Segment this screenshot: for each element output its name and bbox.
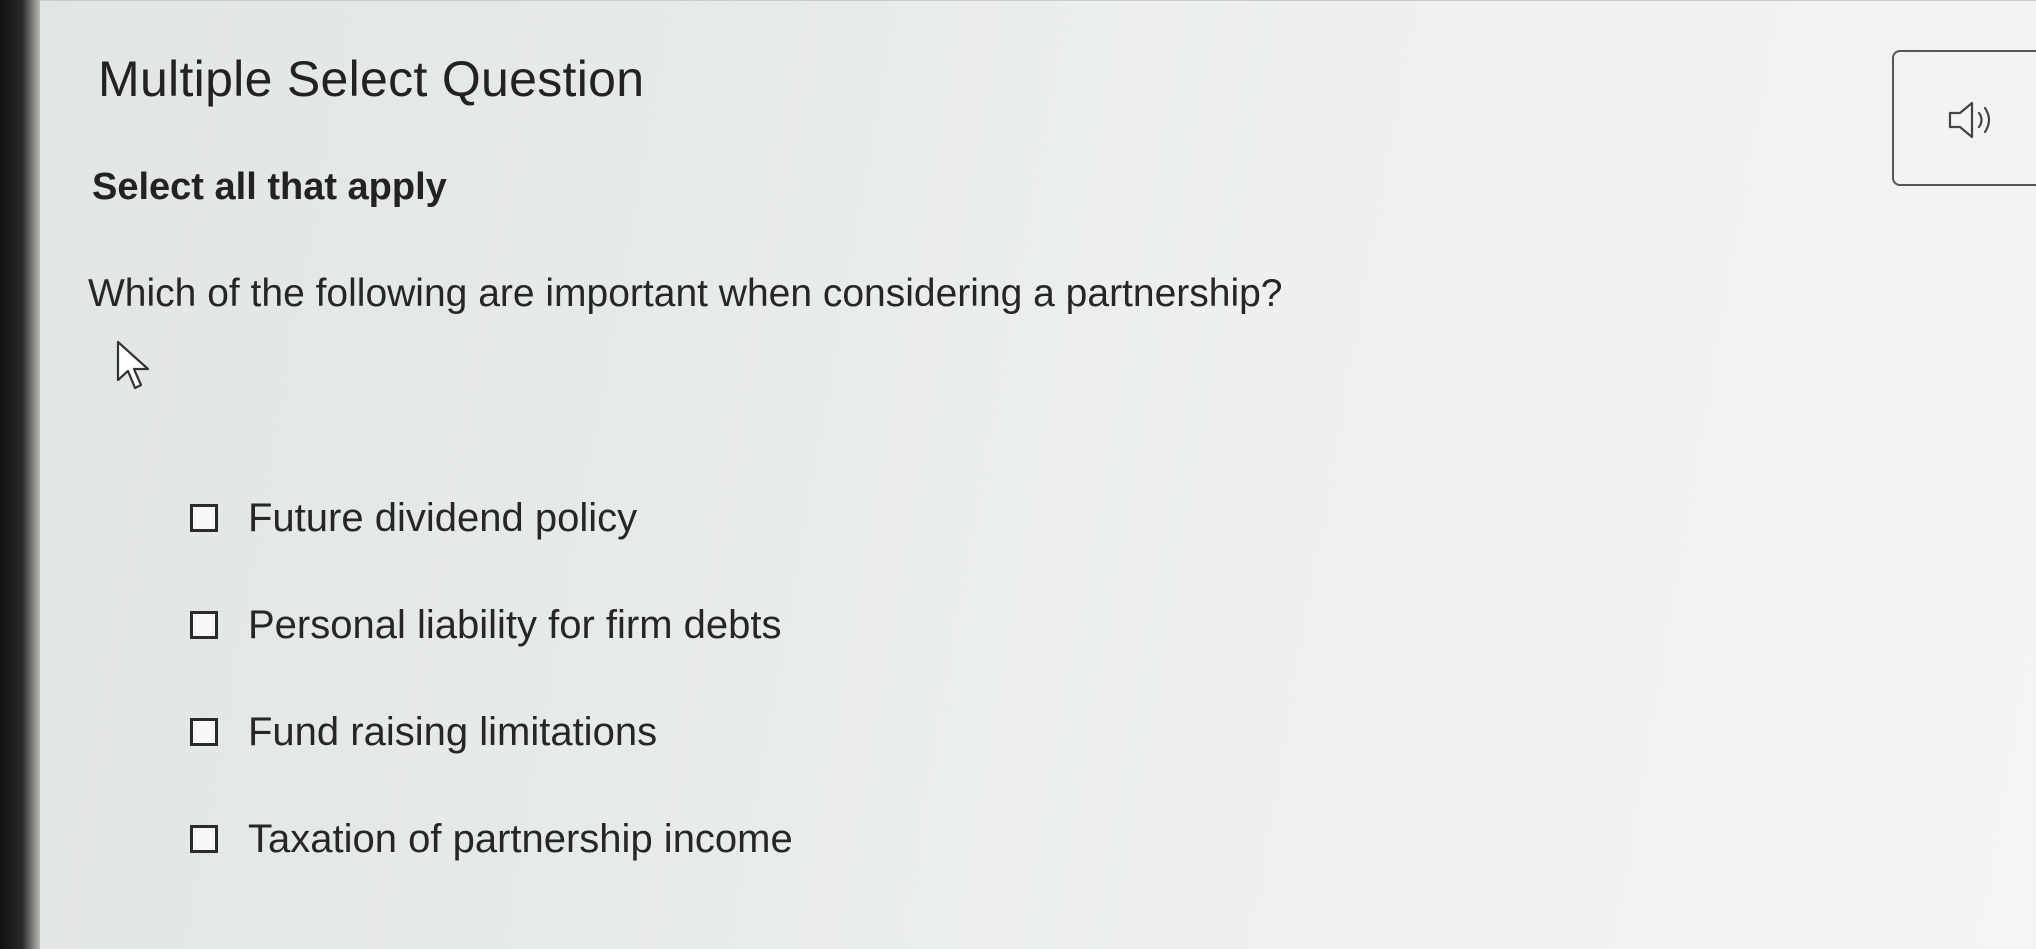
- instruction-text: Select all that apply: [92, 166, 447, 208]
- question-text: Which of the following are important whe…: [88, 272, 1283, 315]
- question-type-title: Multiple Select Question: [98, 51, 645, 107]
- answer-option[interactable]: Future dividend policy: [190, 488, 1090, 548]
- option-checkbox[interactable]: [190, 825, 218, 853]
- option-checkbox[interactable]: [190, 611, 218, 639]
- option-checkbox[interactable]: [190, 504, 218, 532]
- speaker-icon: [1948, 101, 1991, 139]
- question-panel: Multiple Select Question Select all that…: [40, 0, 2036, 949]
- answer-option[interactable]: Fund raising limitations: [190, 702, 1090, 762]
- option-label: Future dividend policy: [248, 495, 638, 540]
- answer-option[interactable]: Personal liability for firm debts: [190, 595, 1090, 655]
- device-bezel: [0, 0, 40, 949]
- answer-options: Future dividend policy Personal liabilit…: [190, 488, 1090, 916]
- option-label: Taxation of partnership income: [248, 816, 793, 861]
- mouse-pointer-icon: [116, 340, 150, 390]
- option-label: Personal liability for firm debts: [248, 602, 782, 647]
- option-label: Fund raising limitations: [248, 709, 658, 754]
- read-aloud-button[interactable]: [1892, 50, 2036, 186]
- option-checkbox[interactable]: [190, 718, 218, 746]
- answer-option[interactable]: Taxation of partnership income: [190, 809, 1090, 869]
